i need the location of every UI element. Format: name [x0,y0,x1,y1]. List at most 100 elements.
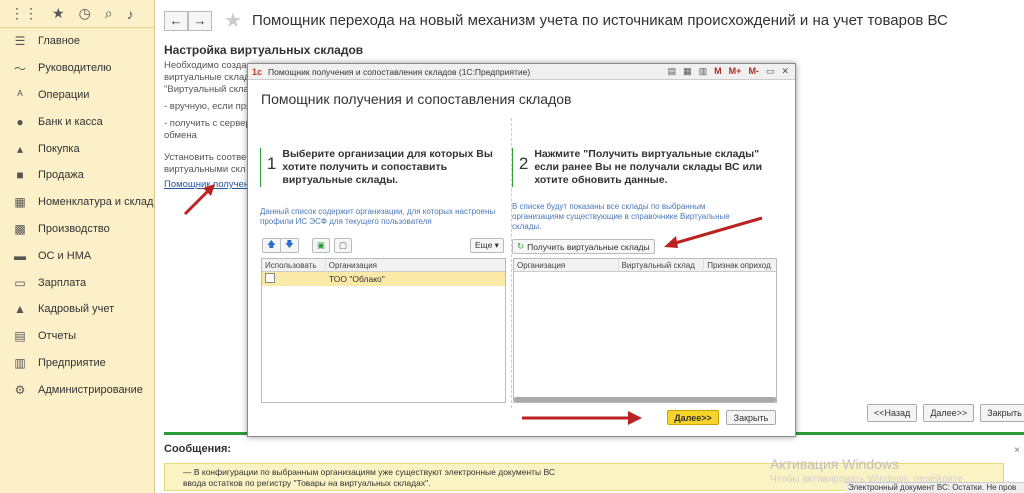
organizations-table: Использовать Организация ТОО "Облако" [261,258,506,403]
sidebar-item-label: Покупка [38,142,80,155]
move-down-button[interactable]: 🡇 [280,238,299,253]
cart-icon: ▴ [16,141,24,156]
sidebar-item-label: Администрирование [38,383,143,396]
sidebar-item[interactable]: ▩ Производство [0,216,154,243]
assistant-dialog: 1с Помощник получения и сопоставления ск… [247,63,796,437]
dialog-window-title: Помощник получения и сопоставления склад… [268,66,531,77]
use-checkbox[interactable] [265,273,275,283]
red-arrow-annotation [522,411,642,425]
status-bar: Электронный документ ВС: Остатки. Не про… [845,482,1024,493]
menu-icon: ☰ [14,34,26,49]
get-button-label: Получить виртуальные склады [527,241,650,252]
sidebar: ⋮⋮ ★ ◷ ⌕ ♪ ☰ Главное 〜 Руководителю ᴬ Операци… [0,0,155,493]
memory-m-minus-icon[interactable]: M- [748,66,759,77]
reports-icon: ▤ [14,329,26,344]
forward-arrow-button[interactable]: → [188,10,212,31]
minimize-icon[interactable]: ▭ [766,66,775,77]
sidebar-item[interactable]: ▤ Отчеты [0,323,154,350]
table-row[interactable]: ТОО "Облако" [262,272,505,286]
red-arrow-annotation [664,216,763,248]
step-number: 2 [518,154,529,173]
red-arrow-annotation [183,184,215,216]
column-header[interactable]: Организация [326,259,505,272]
operations-icon: ᴬ [17,87,23,102]
uncheck-all-button[interactable]: ▢ [334,238,353,253]
sidebar-item-label: Операции [38,88,90,101]
sidebar-item-label: Производство [38,222,110,235]
step-1: 1 Выберите организации для которых Вы хо… [260,148,505,187]
memory-m-icon[interactable]: M [714,66,722,77]
sidebar-item-label: Отчеты [38,330,77,343]
dialog-titlebar: 1с Помощник получения и сопоставления ск… [248,64,795,80]
truck-icon: ▬ [14,248,26,263]
sidebar-item[interactable]: ▥ Предприятие [0,350,154,377]
sidebar-item-label: Продажа [38,169,84,182]
column-header[interactable]: Организация [514,258,619,272]
section-title: Настройка виртуальных складов [164,43,364,57]
desc-line: Необходимо созда [164,60,247,71]
sidebar-item[interactable]: ▲ Кадровый учет [0,296,154,323]
bank-icon: ● [16,114,24,129]
next-button[interactable]: Далее>> [923,404,975,422]
sidebar-item-label: Номенклатура и склад [38,196,154,209]
history-icon[interactable]: ◷ [79,5,91,22]
step-text: Выберите организации для которых Вы хоти… [282,148,493,186]
column-header[interactable]: Использовать [262,258,326,272]
sidebar-item[interactable]: ᴬ Операции [0,82,154,109]
dialog-next-button[interactable]: Далее>> [667,410,719,425]
bell-icon[interactable]: ♪ [127,6,134,22]
sidebar-item[interactable]: ■ Продажа [0,162,154,189]
calendar-icon[interactable]: ▥ [699,66,708,77]
step-number: 1 [266,154,277,173]
more-button[interactable]: Еще ▾ [470,238,504,253]
close-messages-icon[interactable]: × [1014,445,1020,456]
sidebar-item[interactable]: ▦ Номенклатура и склад [0,189,154,216]
sidebar-nav: ☰ Главное 〜 Руководителю ᴬ Операции ● Банк и ка… [0,28,154,403]
search-icon[interactable]: ⌕ [105,5,113,22]
move-up-button[interactable]: 🡅 [262,238,281,253]
desc-line: "Виртуальный скла [164,84,249,95]
desc-line: виртуальные склад [164,72,250,83]
sidebar-item-label: Кадровый учет [38,303,115,316]
back-button[interactable]: <<Назад [867,404,918,422]
print-icon[interactable]: ▤ [668,66,677,77]
desc-line: виртуальными скл [164,164,246,175]
gear-icon: ⚙ [14,382,26,397]
table-icon[interactable]: ▦ [683,66,692,77]
column-header[interactable]: Признак оприход [704,259,776,272]
favorites-star-icon[interactable]: ★ [52,5,65,22]
chart-line-icon: 〜 [13,61,26,76]
sidebar-item[interactable]: 〜 Руководителю [0,55,154,82]
sidebar-item-label: Зарплата [38,276,87,289]
messages-title: Сообщения: [164,443,232,455]
column-header[interactable]: Виртуальный склад [619,258,705,272]
sidebar-item-label: ОС и НМА [38,249,92,262]
back-arrow-button[interactable]: ← [164,10,188,31]
check-all-button[interactable]: ▣ [312,238,331,253]
hint-text-1: Данный список содержит организации, для … [260,207,496,226]
sidebar-item-label: Главное [38,35,81,48]
organization-cell: ТОО "Облако" [329,274,385,284]
sidebar-item[interactable]: ▬ ОС и НМА [0,242,154,269]
page-title: Помощник перехода на новый механизм учет… [251,12,948,29]
step-text: Нажмите "Получить виртуальные склады" ес… [534,148,763,186]
sidebar-toolbar: ⋮⋮ ★ ◷ ⌕ ♪ [0,0,154,28]
money-icon: ▭ [14,275,26,290]
warehouses-table: Организация Виртуальный склад Признак оп… [513,258,777,403]
memory-m-plus-icon[interactable]: M+ [729,66,742,77]
close-window-icon[interactable]: ✕ [781,66,789,77]
close-button[interactable]: Закрыть [980,404,1024,422]
dialog-heading: Помощник получения и сопоставления склад… [261,91,572,107]
apps-grid-icon[interactable]: ⋮⋮ [10,5,38,22]
desc-line: Установить соотве [164,152,247,163]
sidebar-item[interactable]: ▭ Зарплата [0,269,154,296]
sidebar-item-label: Руководителю [38,62,112,75]
sidebar-item[interactable]: ● Банк и касса [0,108,154,135]
sidebar-item[interactable]: ▴ Покупка [0,135,154,162]
sidebar-item[interactable]: ☰ Главное [0,28,154,55]
sidebar-item[interactable]: ⚙ Администрирование [0,376,154,403]
dialog-close-button[interactable]: Закрыть [726,410,776,425]
favorite-star-icon[interactable]: ★ [224,8,242,33]
horizontal-scrollbar[interactable] [514,397,776,402]
get-virtual-warehouses-button[interactable]: ↻ Получить виртуальные склады [512,239,655,254]
